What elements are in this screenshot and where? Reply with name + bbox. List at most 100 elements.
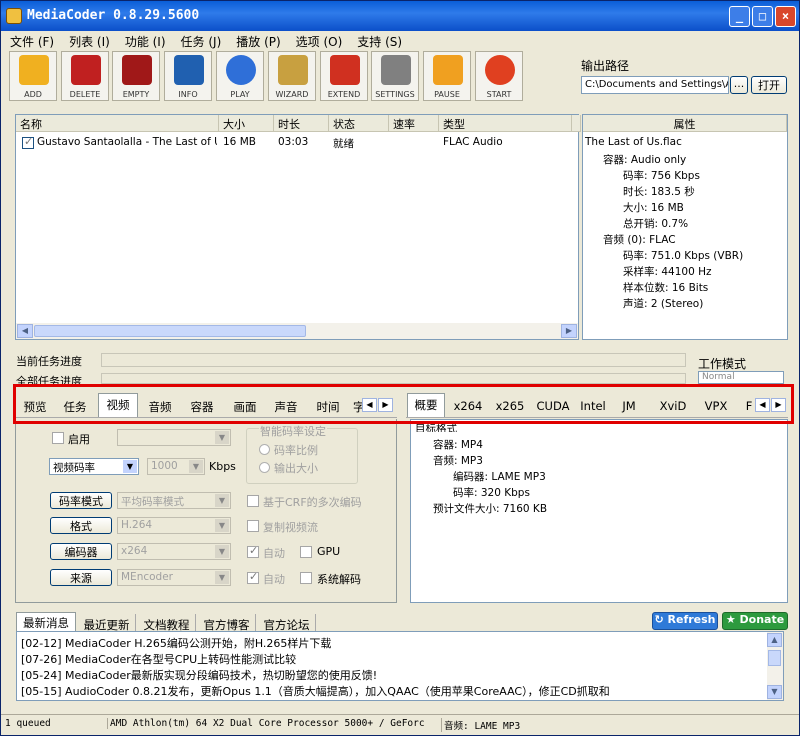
gpu-checkbox[interactable] [300,546,312,558]
tab-picture[interactable]: 画面 [228,396,262,416]
wizard-button[interactable]: WIZARD [268,51,316,101]
close-button[interactable]: × [775,6,796,27]
add-button[interactable]: ADD [9,51,57,101]
play-button[interactable]: PLAY [216,51,264,101]
ratio-radio[interactable] [259,444,270,455]
auto-checkbox-2[interactable] [247,570,259,584]
settings-button[interactable]: SETTINGS [371,51,419,101]
tab-video[interactable]: 视频 [98,393,138,417]
tab-preview[interactable]: 预览 [18,396,52,416]
browse-button[interactable]: ... [730,76,748,94]
col-size[interactable]: 大小 [219,115,274,132]
file-list[interactable]: 名称 大小 时长 状态 速率 类型 Gustavo Santaolalla - … [15,114,581,340]
list-item[interactable]: [02-12] MediaCoder H.265编码公测开始，附H.265样片下… [21,635,331,651]
refresh-button[interactable]: ↻ Refresh [652,612,718,630]
tab-scroll-right-icon[interactable]: ▶ [378,398,393,412]
menu-play[interactable]: 播放 (P) [227,31,286,50]
tab-vpx[interactable]: VPX [702,396,730,416]
tab-audio[interactable]: 音频 [143,396,177,416]
col-status[interactable]: 状态 [329,115,389,132]
workmode-select[interactable]: Normal [698,371,784,384]
donate-button[interactable]: ★ Donate [722,612,788,630]
tab-summary[interactable]: 概要 [407,393,445,417]
format-button[interactable]: 格式 [50,517,112,534]
outsize-radio[interactable] [259,462,270,473]
start-button[interactable]: START [475,51,523,101]
tab-task[interactable]: 任务 [58,396,92,416]
list-item[interactable]: [05-24] MediaCoder最新版实现分段编码技术，热切盼望您的使用反馈… [21,667,377,683]
pause-button[interactable]: PAUSE [423,51,471,101]
rate-mode-select[interactable]: 视频码率 ▼ [49,458,139,475]
info-button[interactable]: INFO [164,51,212,101]
tab-scroll-left-icon[interactable]: ◀ [362,398,377,412]
title-bar[interactable]: MediaCoder 0.8.29.5600 _ □ × [1,1,799,31]
tab-cuda[interactable]: CUDA [534,396,572,416]
output-path-input[interactable]: C:\Documents and Settings\A [581,76,729,94]
tab-more[interactable]: F [744,396,754,416]
encoder-select[interactable]: x264 ▼ [117,543,231,560]
file-type: FLAC Audio [443,136,503,148]
source-select[interactable]: MEncoder ▼ [117,569,231,586]
rtab-scroll-right-icon[interactable]: ▶ [771,398,786,412]
tab-x265[interactable]: x265 [492,396,528,416]
col-type[interactable]: 类型 [439,115,572,132]
ratecontrol-select[interactable]: 平均码率模式 ▼ [117,492,231,509]
source-button[interactable]: 来源 [50,569,112,586]
scroll-thumb[interactable] [768,650,781,666]
scroll-left-icon[interactable]: ◀ [17,324,33,338]
ratecontrol-button[interactable]: 码率模式 [50,492,112,509]
scroll-right-icon[interactable]: ▶ [561,324,577,338]
col-rate[interactable]: 速率 [389,115,439,132]
minimize-button[interactable]: _ [729,6,750,27]
delete-button[interactable]: DELETE [61,51,109,101]
menu-options[interactable]: 选项 (O) [287,31,349,50]
menu-list[interactable]: 列表 (I) [60,31,116,50]
tab-latest-news[interactable]: 最新消息 [16,612,76,632]
vertical-scrollbar[interactable]: ▲ ▼ [767,632,783,700]
open-button[interactable]: 打开 [751,76,787,94]
table-row[interactable]: Gustavo Santaolalla - The Last of Us 16 … [16,134,578,152]
list-item[interactable]: [07-26] MediaCoder在各型号CPU上转码性能测试比较 [21,651,296,667]
enable-select[interactable]: ▼ [117,429,231,446]
auto-checkbox-1[interactable] [247,544,259,558]
menu-file[interactable]: 文件 (F) [1,31,60,50]
col-extra[interactable] [572,115,581,132]
list-item[interactable]: [05-15] AudioCoder 0.8.21发布，更新Opus 1.1（音… [21,683,766,699]
rtab-scroll-left-icon[interactable]: ◀ [755,398,770,412]
ratecontrol-value: 平均码率模式 [121,496,184,508]
menu-task[interactable]: 任务 (J) [172,31,228,50]
gpu-label: GPU [317,545,341,558]
tab-xvid[interactable]: XviD [658,396,688,416]
menu-support[interactable]: 支持 (S) [348,31,408,50]
summary-audio: 音频: MP3 [433,455,483,467]
play-icon [226,55,256,85]
scroll-down-icon[interactable]: ▼ [767,685,782,699]
prop-duration: 时长: 183.5 秒 [623,186,695,198]
scroll-thumb[interactable] [34,325,306,337]
tab-jm[interactable]: JM [616,396,642,416]
crf-checkbox[interactable] [247,495,259,507]
empty-button[interactable]: EMPTY [112,51,160,101]
tab-intel[interactable]: Intel [578,396,608,416]
row-checkbox[interactable] [22,135,34,149]
workmode-value: Normal [702,372,735,382]
bitrate-input[interactable]: 1000 ▼ [147,458,205,475]
scroll-up-icon[interactable]: ▲ [767,633,782,647]
status-queued: 1 queued [5,718,51,729]
col-name[interactable]: 名称 [16,115,219,132]
copy-stream-checkbox[interactable] [247,520,259,532]
tab-x264[interactable]: x264 [450,396,486,416]
enable-checkbox[interactable] [52,432,64,444]
tab-time[interactable]: 时间 [311,396,345,416]
horizontal-scrollbar[interactable]: ◀ ▶ [16,323,578,339]
extend-button[interactable]: EXTEND [320,51,368,101]
encoder-button[interactable]: 编码器 [50,543,112,560]
tab-container[interactable]: 容器 [185,396,219,416]
system-decode-checkbox[interactable] [300,572,312,584]
menu-function[interactable]: 功能 (I) [116,31,172,50]
current-progress-bar [101,353,686,367]
col-duration[interactable]: 时长 [274,115,329,132]
maximize-button[interactable]: □ [752,6,773,27]
format-select[interactable]: H.264 ▼ [117,517,231,534]
tab-sound[interactable]: 声音 [269,396,303,416]
